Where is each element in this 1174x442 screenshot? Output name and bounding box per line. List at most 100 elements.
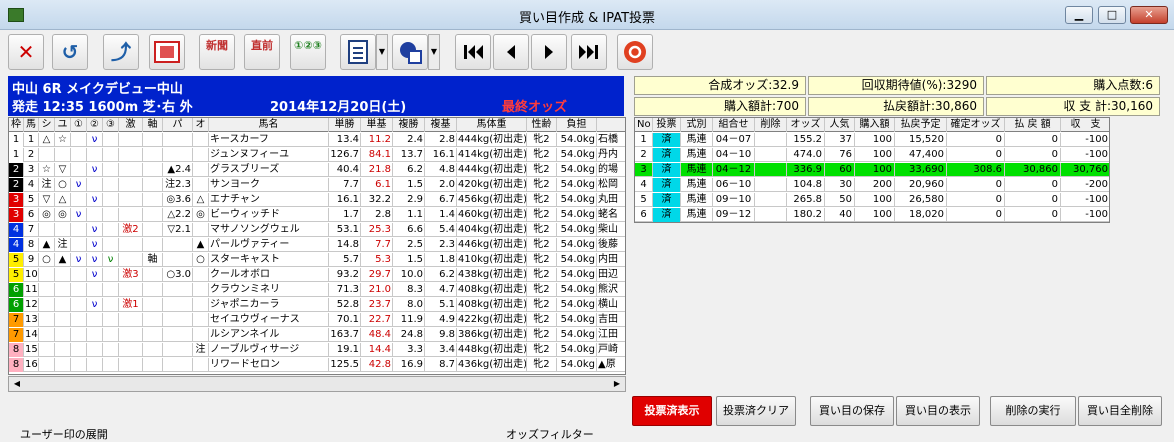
- close-button[interactable]: ✕: [1130, 6, 1168, 24]
- column-header[interactable]: 単基: [361, 118, 393, 132]
- show-voted-button[interactable]: 投票済表示: [632, 396, 712, 426]
- horizontal-scrollbar[interactable]: ◀ ▶: [8, 376, 626, 392]
- bet-row[interactable]: 3 済馬連 04－12 336.9 60 100 33,690 308.6 30,860 30,7…: [635, 163, 1109, 177]
- horse-row[interactable]: 1 1 △ ☆ ν キースカーフ 13.4 11.2 2.4 2.8 444kg(初出走) 牝2 54.…: [9, 133, 625, 147]
- bet-row[interactable]: 2 済馬連 04－10 474.0 76 100 47,400 0 0 -100: [635, 148, 1109, 162]
- bet-cell-del[interactable]: [755, 193, 787, 207]
- horse-cell-m3: [103, 148, 119, 162]
- horse-cell-sei: 牝2: [527, 313, 557, 327]
- bet-row[interactable]: 5 済馬連 09－10 265.8 50 100 26,580 0 0 -100: [635, 193, 1109, 207]
- horse-row[interactable]: 5 9 ○ ▲ ν ν ν 軸 ○ スターキャスト 5.7 5.3 1.5 1.8 410kg(初出走) 牝2…: [9, 253, 625, 267]
- horse-row[interactable]: 1 2 ジュンヌフィーユ 126.7 84.1 13.7 16.1 414kg(初出走) 牝2 5…: [9, 148, 625, 162]
- column-header[interactable]: 削除: [755, 118, 787, 132]
- horse-row[interactable]: 8 15 注ノーブルヴィサージ 19.1 14.4 3.3 3.4 448kg(初出走) 牝2 5…: [9, 343, 625, 357]
- column-header[interactable]: 枠: [9, 118, 24, 132]
- column-header[interactable]: 負担: [557, 118, 597, 132]
- column-header[interactable]: 収 支: [1061, 118, 1109, 132]
- bet-cell-del[interactable]: [755, 163, 787, 177]
- import-icon[interactable]: ⤴: [103, 34, 139, 70]
- horse-row[interactable]: 3 6 ◎ ◎ ν △2.2 ◎ ビーウィッチド 1.7 2.8 1.1 1.4 460kg(初出走) 牝…: [9, 208, 625, 222]
- horse-row[interactable]: 8 16 リワードセロン 125.5 42.8 16.9 8.7 436kg(初出走) 牝2 54…: [9, 358, 625, 372]
- horse-row[interactable]: 4 7 ν 激2 ▽2.1 マサノソングウェル 53.1 25.3 6.6 5.4 404kg(初出…: [9, 223, 625, 237]
- column-header[interactable]: 確定オッズ: [947, 118, 1005, 132]
- horse-row[interactable]: 6 11 クラウンミネリ 71.3 21.0 8.3 4.7 408kg(初出走) 牝2 54.0…: [9, 283, 625, 297]
- horse-row[interactable]: 4 8 ▲ 注 ν ▲ パールヴァティー 14.8 7.7 2.5 2.3 446kg(初出走) 牝2 5…: [9, 238, 625, 252]
- newspaper-icon[interactable]: 新聞: [199, 34, 235, 70]
- horse-row[interactable]: 7 14 ルシアンネイル 163.7 48.4 24.8 9.8 386kg(初出走) 牝2 54…: [9, 328, 625, 342]
- horse-row[interactable]: 5 10 ν 激3 ○3.0 クールオボロ 93.2 29.7 10.0 6.2 438kg(初出走…: [9, 268, 625, 282]
- bet-cell-del[interactable]: [755, 148, 787, 162]
- horse-cell-jockey: 蛯名: [597, 208, 625, 222]
- horse-cell-tan: 53.1: [329, 223, 361, 237]
- bet-row[interactable]: 6 済馬連 09－12 180.2 40 100 18,020 0 0 -100: [635, 208, 1109, 222]
- column-header[interactable]: 払戻予定: [895, 118, 947, 132]
- bet-cell-shushi: -200: [1061, 178, 1109, 192]
- column-header[interactable]: シ: [39, 118, 55, 132]
- maximize-button[interactable]: □: [1098, 6, 1126, 24]
- horse-row[interactable]: 2 4 注 ○ ν 注2.3 サンヨーク 7.7 6.1 1.5 2.0 420kg(初出走) 牝2 54…: [9, 178, 625, 192]
- bet-cell-del[interactable]: [755, 208, 787, 222]
- delete-all-bets-button[interactable]: 買い目全削除: [1078, 396, 1162, 426]
- column-header[interactable]: パ: [163, 118, 193, 132]
- column-header[interactable]: 複基: [425, 118, 457, 132]
- column-header[interactable]: 購入額: [855, 118, 895, 132]
- horse-row[interactable]: 3 5 ▽ △ ν ◎3.6 △ エナチャン 16.1 32.2 2.9 6.7 456kg(初出走) 牝…: [9, 193, 625, 207]
- delete-icon[interactable]: ✕: [8, 34, 44, 70]
- bet-row[interactable]: 4 済馬連 06－10 104.8 30 200 20,960 0 0 -200: [635, 178, 1109, 192]
- column-header[interactable]: ユ: [55, 118, 71, 132]
- column-header[interactable]: 複勝: [393, 118, 425, 132]
- chevron-down-icon[interactable]: ▼: [376, 34, 388, 70]
- column-header[interactable]: 払 戻 額: [1005, 118, 1061, 132]
- scroll-left-icon[interactable]: ◀: [9, 377, 25, 391]
- checklist-icon[interactable]: [340, 34, 376, 70]
- bet-cell-del[interactable]: [755, 133, 787, 147]
- horse-cell-geki: 激3: [119, 268, 143, 282]
- horse-row[interactable]: 6 12 ν 激1 ジャポニカーラ 52.8 23.7 8.0 5.1 408kg(初出走) 牝2 5…: [9, 298, 625, 312]
- minimize-button[interactable]: ▁: [1065, 6, 1093, 24]
- column-header[interactable]: 単勝: [329, 118, 361, 132]
- undo-icon[interactable]: ↺: [52, 34, 88, 70]
- execute-delete-button[interactable]: 削除の実行: [990, 396, 1076, 426]
- odds-display-icon[interactable]: [149, 34, 185, 70]
- next-record-icon[interactable]: [531, 34, 567, 70]
- latest-info-icon[interactable]: 直前: [244, 34, 280, 70]
- clear-voted-button[interactable]: 投票済クリア: [716, 396, 796, 426]
- column-header[interactable]: 馬名: [209, 118, 329, 132]
- horse-row[interactable]: 2 3 ☆ ▽ ν ▲2.4 グラスブリーズ 40.4 21.8 6.2 4.8 444kg(初出走)…: [9, 163, 625, 177]
- column-header[interactable]: 激: [119, 118, 143, 132]
- column-header[interactable]: No: [635, 118, 653, 132]
- column-header[interactable]: ②: [87, 118, 103, 132]
- bet-cell-kumi: 09－12: [713, 208, 755, 222]
- first-record-icon[interactable]: [455, 34, 491, 70]
- column-header[interactable]: オ: [193, 118, 209, 132]
- bet-cell-del[interactable]: [755, 178, 787, 192]
- column-header[interactable]: 式別: [681, 118, 713, 132]
- chevron-down-icon[interactable]: ▼: [428, 34, 440, 70]
- column-header[interactable]: オッズ: [787, 118, 825, 132]
- column-header[interactable]: 馬: [24, 118, 39, 132]
- column-header[interactable]: ③: [103, 118, 119, 132]
- previous-record-icon[interactable]: [493, 34, 529, 70]
- bet-cell-yotei: 33,690: [895, 163, 947, 177]
- horse-cell-futan: 54.0kg: [557, 358, 597, 372]
- ranking-list-icon[interactable]: ①②③: [290, 34, 326, 70]
- horse-cell-o: ○: [193, 253, 209, 267]
- bet-row[interactable]: 1 済馬連 04－07 155.2 37 100 15,520 0 0 -100: [635, 133, 1109, 147]
- save-bets-button[interactable]: 買い目の保存: [810, 396, 894, 426]
- horse-row[interactable]: 7 13 セイユウヴィーナス 70.1 22.7 11.9 4.9 422kg(初出走) 牝2 5…: [9, 313, 625, 327]
- scroll-right-icon[interactable]: ▶: [609, 377, 625, 391]
- column-header[interactable]: 馬体重: [457, 118, 527, 132]
- last-record-icon[interactable]: [571, 34, 607, 70]
- bet-cell-yotei: 18,020: [895, 208, 947, 222]
- show-bets-button[interactable]: 買い目の表示: [896, 396, 980, 426]
- column-header[interactable]: 人気: [825, 118, 855, 132]
- column-header[interactable]: ①: [71, 118, 87, 132]
- column-header[interactable]: 軸: [143, 118, 163, 132]
- refresh-icon[interactable]: [617, 34, 653, 70]
- column-header[interactable]: 組合せ: [713, 118, 755, 132]
- column-header[interactable]: 投票: [653, 118, 681, 132]
- bet-type-icon[interactable]: [392, 34, 428, 70]
- horse-cell-sei: 牝2: [527, 268, 557, 282]
- horse-cell-uma: 11: [25, 283, 39, 297]
- column-header[interactable]: 性齢: [527, 118, 557, 132]
